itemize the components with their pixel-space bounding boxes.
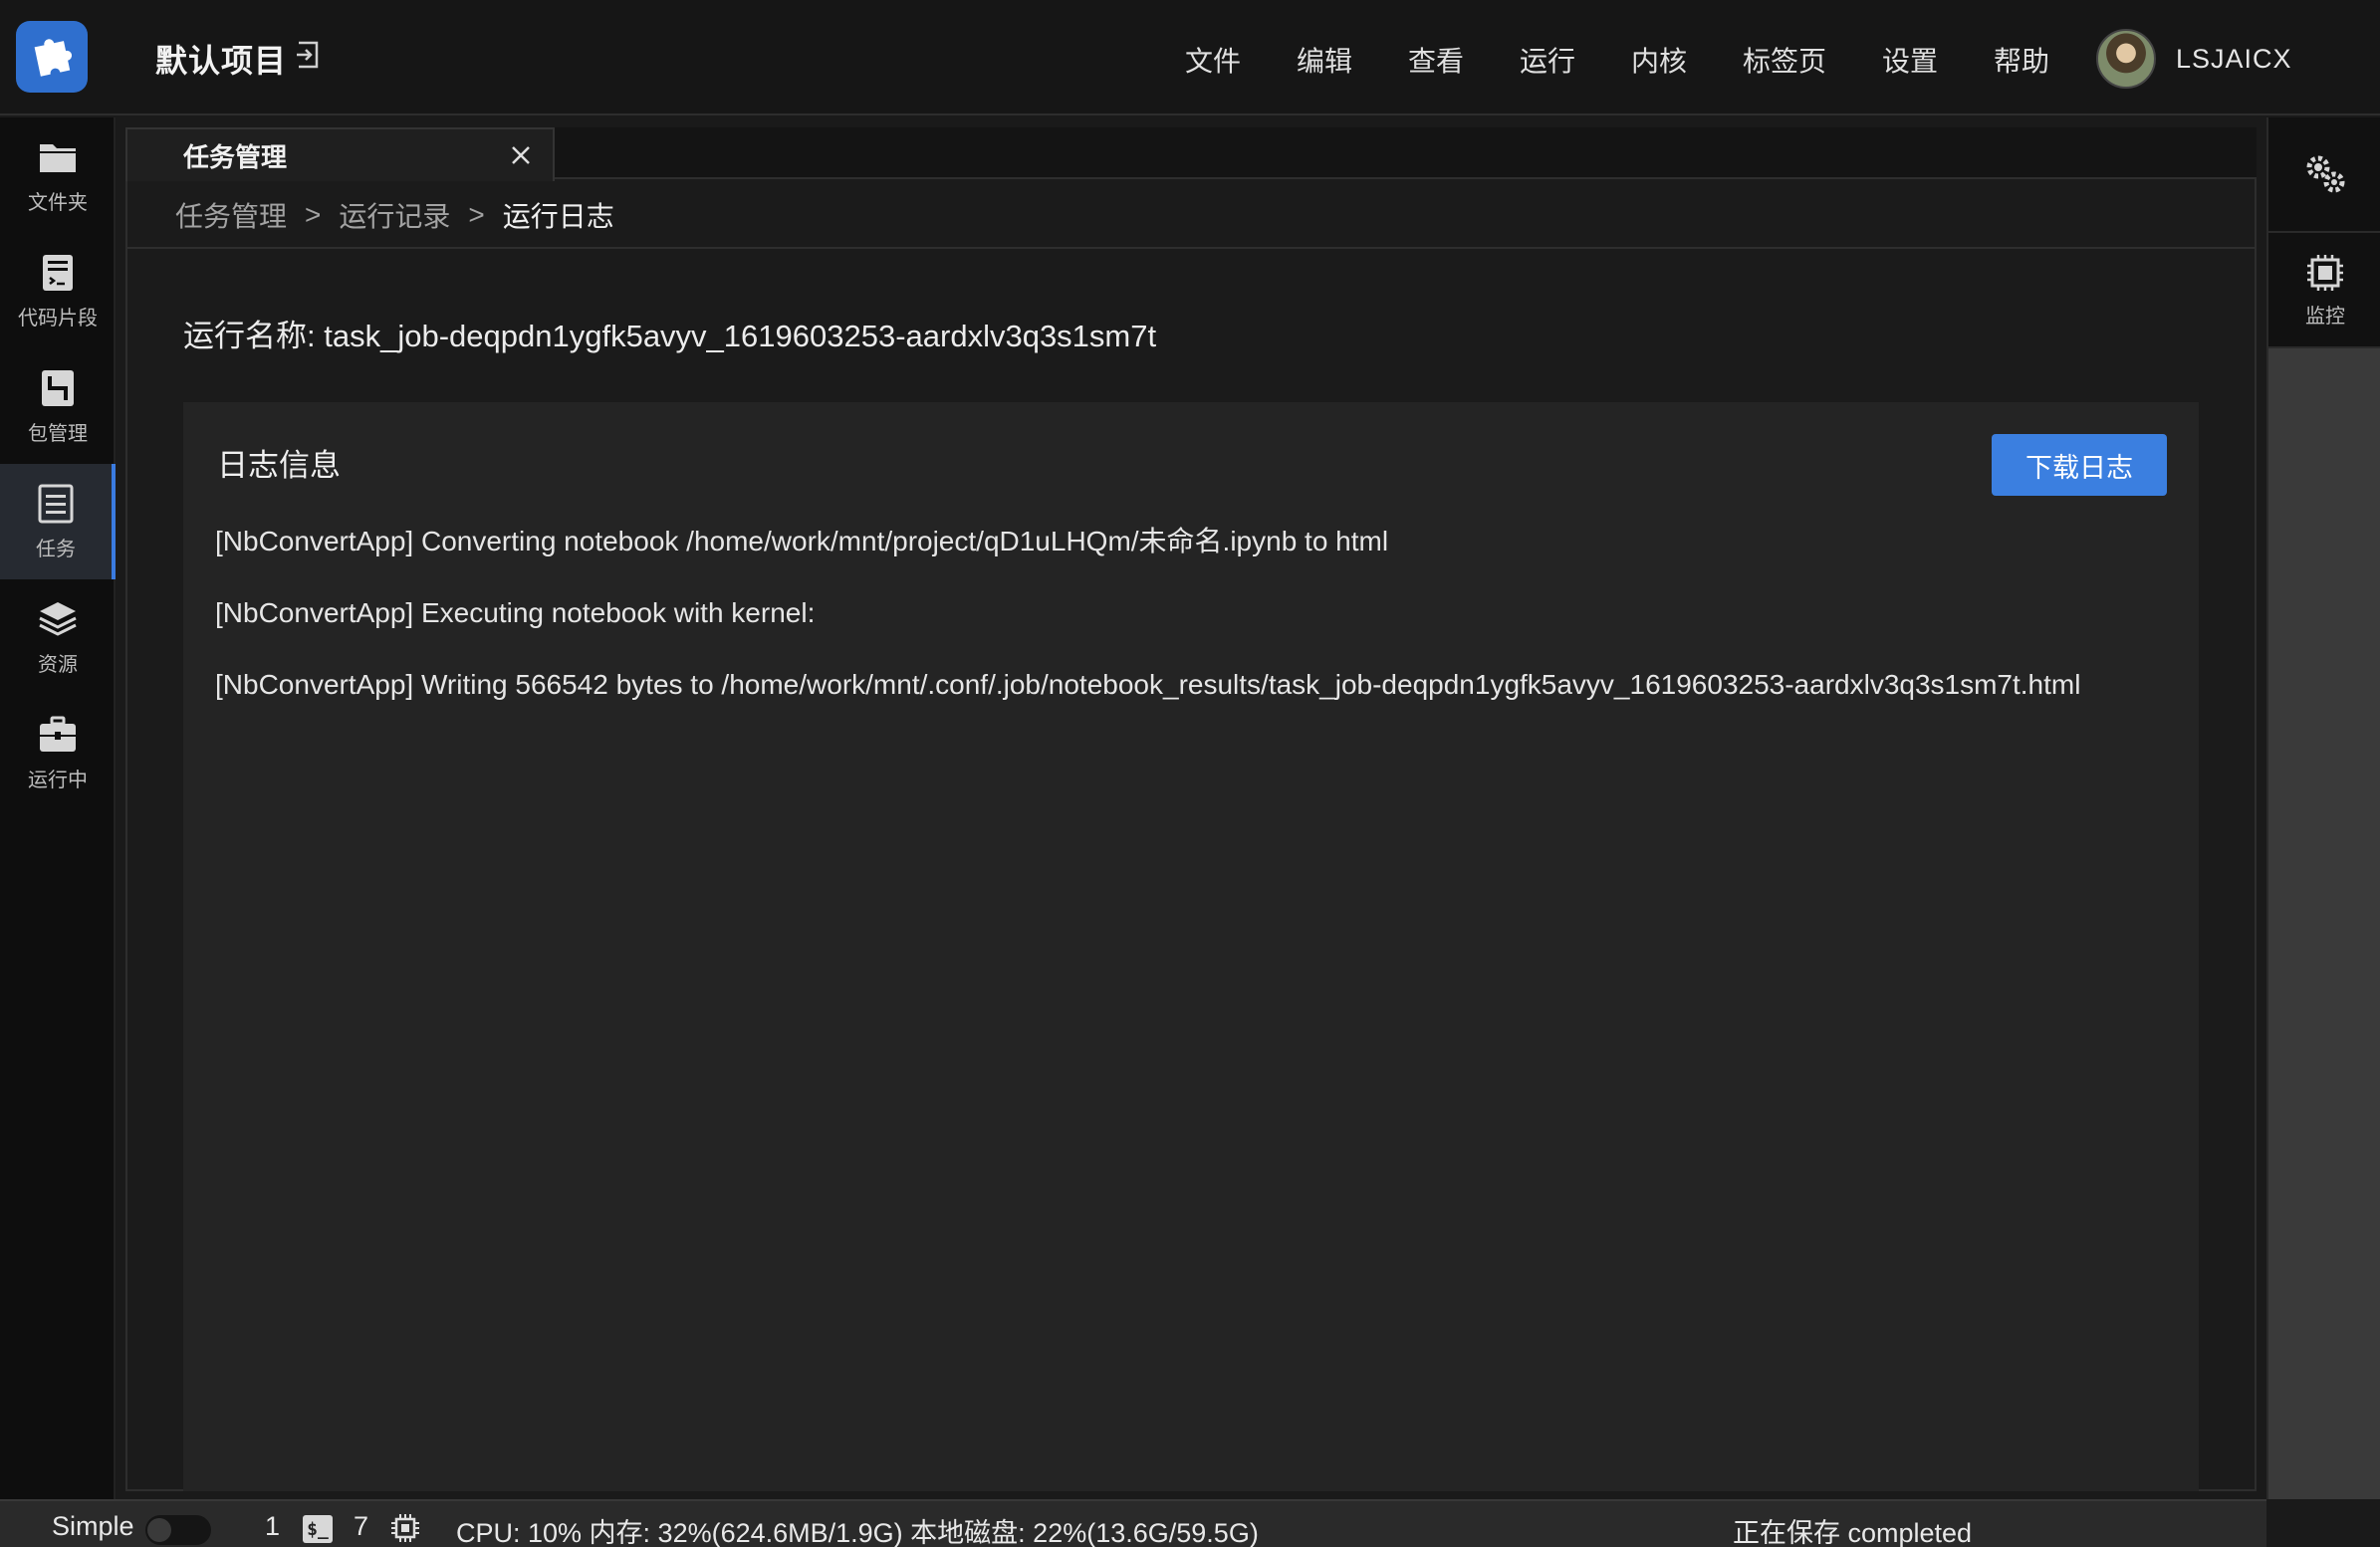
- sidebar-item-label: 包管理: [28, 422, 88, 445]
- log-line: [NbConvertApp] Writing 566542 bytes to /…: [215, 669, 2081, 700]
- sidebar-item-label: 文件夹: [28, 191, 88, 214]
- breadcrumb-run-records[interactable]: 运行记录: [339, 195, 450, 235]
- sidebar-item-settings[interactable]: [2268, 117, 2380, 233]
- breadcrumb-separator: >: [305, 199, 322, 230]
- log-lines: [NbConvertApp] Converting notebook /home…: [215, 520, 2127, 735]
- left-sidebar: 文件夹 代码片段 包管理 任务 资源 运行中: [0, 117, 116, 1499]
- puzzle-icon: [34, 39, 73, 77]
- sidebar-item-running[interactable]: 运行中: [0, 695, 116, 810]
- app-logo[interactable]: [16, 21, 88, 93]
- task-list-icon: [38, 484, 74, 523]
- avatar[interactable]: [2096, 29, 2156, 89]
- sidebar-item-task[interactable]: 任务: [0, 464, 116, 579]
- download-log-button[interactable]: 下载日志: [1992, 434, 2167, 496]
- status-bar: Simple 1 $_ 7 CPU: 10% 内存: 32%(624.6MB/1…: [0, 1499, 2266, 1547]
- username[interactable]: LSJAICX: [2176, 44, 2292, 75]
- menu-settings[interactable]: 设置: [1882, 40, 1938, 80]
- log-panel: 日志信息 下载日志 [NbConvertApp] Converting note…: [183, 402, 2199, 1491]
- project-title[interactable]: 默认项目: [155, 36, 287, 82]
- breadcrumb-current: 运行日志: [502, 201, 614, 232]
- sidebar-item-monitor[interactable]: 监控: [2268, 233, 2380, 348]
- toggle-knob: [147, 1518, 171, 1542]
- sidebar-item-label: 运行中: [28, 769, 88, 791]
- menu-run[interactable]: 运行: [1520, 40, 1575, 80]
- save-status: 正在保存 completed: [1733, 1518, 1973, 1547]
- close-icon[interactable]: [509, 143, 533, 167]
- gears-icon: [2306, 155, 2345, 193]
- run-name: 运行名称: task_job-deqpdn1ygfk5avyv_16196032…: [183, 311, 1156, 355]
- resource-usage: CPU: 10% 内存: 32%(624.6MB/1.9G) 本地磁盘: 22%…: [456, 1518, 1259, 1547]
- sidebar-item-label: 监控: [2305, 305, 2345, 328]
- right-sidebar: 监控: [2266, 117, 2380, 1499]
- menu-file[interactable]: 文件: [1185, 40, 1241, 80]
- chip-icon: [2307, 254, 2343, 291]
- sidebar-item-folder[interactable]: 文件夹: [0, 117, 116, 233]
- tab-task-management[interactable]: 任务管理: [125, 127, 555, 181]
- sidebar-item-label: 资源: [38, 653, 78, 676]
- menu-help[interactable]: 帮助: [1994, 40, 2049, 80]
- folder-icon: [40, 143, 76, 172]
- sidebar-item-resource[interactable]: 资源: [0, 579, 116, 695]
- menu-view[interactable]: 查看: [1408, 40, 1464, 80]
- menu-edit[interactable]: 编辑: [1297, 40, 1352, 80]
- briefcase-icon: [40, 716, 76, 752]
- breadcrumb-task-management[interactable]: 任务管理: [175, 195, 287, 235]
- kernel-chip-icon[interactable]: [390, 1513, 420, 1543]
- terminal-icon[interactable]: $_: [303, 1515, 333, 1543]
- sidebar-item-package[interactable]: 包管理: [0, 348, 116, 464]
- menu-tabs[interactable]: 标签页: [1743, 40, 1826, 80]
- terminal-count: 1: [265, 1511, 281, 1541]
- exit-project-icon[interactable]: [295, 40, 323, 70]
- breadcrumb-separator: >: [468, 199, 485, 230]
- sidebar-item-code-snippet[interactable]: 代码片段: [0, 233, 116, 348]
- layers-icon: [39, 601, 77, 636]
- divider: [127, 247, 2255, 249]
- top-bar: 默认项目 文件 编辑 查看 运行 内核 标签页 设置 帮助 LSJAICX: [0, 0, 2380, 115]
- run-name-value: task_job-deqpdn1ygfk5avyv_1619603253-aar…: [324, 319, 1157, 353]
- code-snippet-icon: [43, 254, 73, 291]
- kernel-count: 7: [354, 1511, 369, 1541]
- simple-mode-toggle[interactable]: [145, 1515, 211, 1545]
- log-line: [NbConvertApp] Converting notebook /home…: [215, 526, 1389, 556]
- tab-label: 任务管理: [183, 141, 288, 172]
- sidebar-item-label: 任务: [36, 538, 76, 560]
- menu-kernel[interactable]: 内核: [1631, 40, 1687, 80]
- sidebar-item-label: 代码片段: [18, 307, 98, 330]
- log-line: [NbConvertApp] Executing notebook with k…: [215, 597, 816, 628]
- mode-label: Simple: [52, 1511, 134, 1541]
- log-title: 日志信息: [217, 448, 341, 483]
- breadcrumb: 任务管理 > 运行记录 > 运行日志: [175, 195, 614, 235]
- run-name-label: 运行名称:: [183, 319, 316, 353]
- package-icon: [42, 369, 74, 406]
